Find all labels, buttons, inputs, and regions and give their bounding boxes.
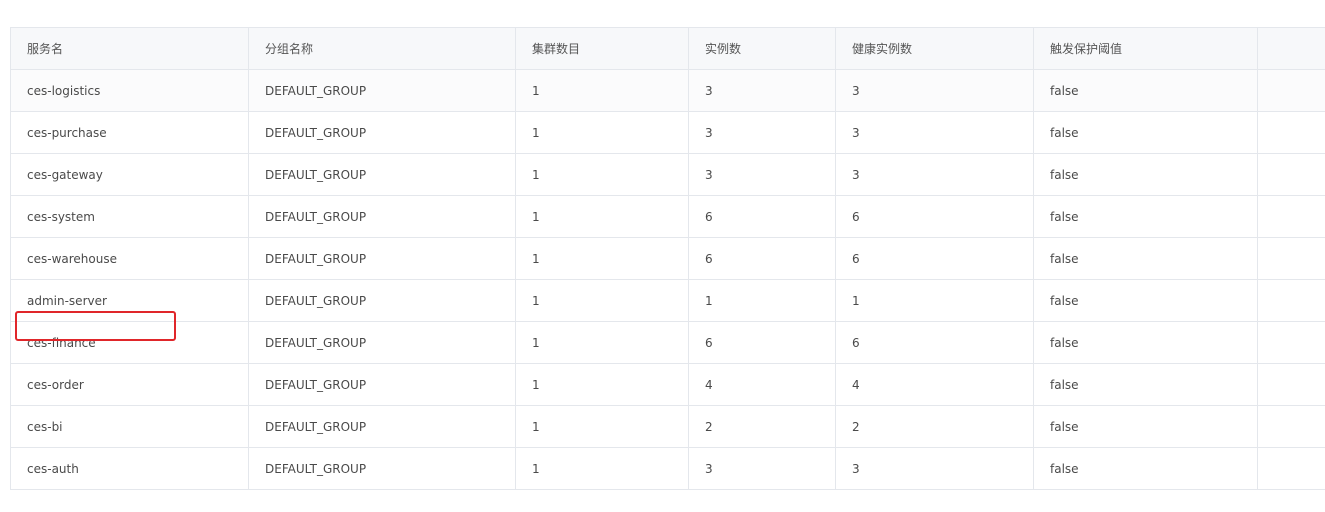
table-row[interactable]: ces-logistics DEFAULT_GROUP 1 3 3 false — [10, 69, 1325, 112]
cell-service-name[interactable]: ces-purchase — [10, 111, 249, 154]
cell-cluster-count: 1 — [515, 447, 689, 490]
cell-protect-threshold: false — [1033, 405, 1258, 448]
header-row: 服务名 分组名称 集群数目 实例数 健康实例数 触发保护阈值 — [10, 27, 1325, 70]
cell-service-name[interactable]: ces-gateway — [10, 153, 249, 196]
cell-instance-count: 6 — [688, 237, 836, 280]
cell-healthy-instance-count: 3 — [835, 153, 1034, 196]
cell-cluster-count: 1 — [515, 405, 689, 448]
cell-protect-threshold: false — [1033, 237, 1258, 280]
header-protect-threshold: 触发保护阈值 — [1033, 27, 1258, 70]
service-list-table-wrapper: 服务名 分组名称 集群数目 实例数 健康实例数 触发保护阈值 ces-logis… — [10, 27, 1325, 490]
cell-group-name: DEFAULT_GROUP — [248, 321, 516, 364]
table-body: ces-logistics DEFAULT_GROUP 1 3 3 false ces-pu… — [10, 69, 1325, 490]
header-group-name: 分组名称 — [248, 27, 516, 70]
cell-healthy-instance-count: 2 — [835, 405, 1034, 448]
table-row[interactable]: ces-purchase DEFAULT_GROUP 1 3 3 false — [10, 111, 1325, 154]
cell-protect-threshold: false — [1033, 363, 1258, 406]
cell-group-name: DEFAULT_GROUP — [248, 195, 516, 238]
cell-protect-threshold: false — [1033, 195, 1258, 238]
table-row[interactable]: ces-auth DEFAULT_GROUP 1 3 3 false — [10, 447, 1325, 490]
cell-actions — [1257, 363, 1325, 406]
table-row[interactable]: ces-bi DEFAULT_GROUP 1 2 2 false — [10, 405, 1325, 448]
cell-actions — [1257, 69, 1325, 112]
cell-actions — [1257, 321, 1325, 364]
cell-service-name[interactable]: admin-server — [10, 279, 249, 322]
cell-instance-count: 6 — [688, 195, 836, 238]
cell-group-name: DEFAULT_GROUP — [248, 69, 516, 112]
cell-service-name[interactable]: ces-finance — [10, 321, 249, 364]
cell-protect-threshold: false — [1033, 321, 1258, 364]
service-list-table: 服务名 分组名称 集群数目 实例数 健康实例数 触发保护阈值 ces-logis… — [10, 27, 1325, 490]
cell-group-name: DEFAULT_GROUP — [248, 111, 516, 154]
header-healthy-instance-count: 健康实例数 — [835, 27, 1034, 70]
cell-group-name: DEFAULT_GROUP — [248, 153, 516, 196]
cell-cluster-count: 1 — [515, 279, 689, 322]
cell-actions — [1257, 405, 1325, 448]
cell-actions — [1257, 111, 1325, 154]
cell-cluster-count: 1 — [515, 69, 689, 112]
header-instance-count: 实例数 — [688, 27, 836, 70]
cell-cluster-count: 1 — [515, 195, 689, 238]
header-cluster-count: 集群数目 — [515, 27, 689, 70]
cell-healthy-instance-count: 3 — [835, 447, 1034, 490]
table-row[interactable]: ces-gateway DEFAULT_GROUP 1 3 3 false — [10, 153, 1325, 196]
cell-service-name[interactable]: ces-system — [10, 195, 249, 238]
cell-healthy-instance-count: 4 — [835, 363, 1034, 406]
table-row[interactable]: admin-server DEFAULT_GROUP 1 1 1 false — [10, 279, 1325, 322]
header-service-name: 服务名 — [10, 27, 249, 70]
cell-cluster-count: 1 — [515, 237, 689, 280]
cell-protect-threshold: false — [1033, 153, 1258, 196]
cell-healthy-instance-count: 3 — [835, 111, 1034, 154]
cell-cluster-count: 1 — [515, 363, 689, 406]
header-actions — [1257, 27, 1325, 70]
cell-protect-threshold: false — [1033, 447, 1258, 490]
table-row[interactable]: ces-finance DEFAULT_GROUP 1 6 6 false — [10, 321, 1325, 364]
cell-instance-count: 6 — [688, 321, 836, 364]
cell-service-name[interactable]: ces-warehouse — [10, 237, 249, 280]
cell-instance-count: 1 — [688, 279, 836, 322]
cell-instance-count: 3 — [688, 111, 836, 154]
cell-healthy-instance-count: 3 — [835, 69, 1034, 112]
cell-actions — [1257, 195, 1325, 238]
cell-healthy-instance-count: 6 — [835, 321, 1034, 364]
cell-service-name[interactable]: ces-logistics — [10, 69, 249, 112]
cell-group-name: DEFAULT_GROUP — [248, 363, 516, 406]
cell-group-name: DEFAULT_GROUP — [248, 405, 516, 448]
cell-protect-threshold: false — [1033, 69, 1258, 112]
cell-cluster-count: 1 — [515, 111, 689, 154]
cell-instance-count: 2 — [688, 405, 836, 448]
cell-protect-threshold: false — [1033, 279, 1258, 322]
cell-instance-count: 3 — [688, 69, 836, 112]
cell-healthy-instance-count: 6 — [835, 195, 1034, 238]
cell-cluster-count: 1 — [515, 321, 689, 364]
cell-instance-count: 4 — [688, 363, 836, 406]
cell-service-name[interactable]: ces-order — [10, 363, 249, 406]
cell-cluster-count: 1 — [515, 153, 689, 196]
table-row[interactable]: ces-warehouse DEFAULT_GROUP 1 6 6 false — [10, 237, 1325, 280]
table-row[interactable]: ces-system DEFAULT_GROUP 1 6 6 false — [10, 195, 1325, 238]
cell-actions — [1257, 447, 1325, 490]
cell-service-name[interactable]: ces-auth — [10, 447, 249, 490]
cell-healthy-instance-count: 1 — [835, 279, 1034, 322]
cell-service-name[interactable]: ces-bi — [10, 405, 249, 448]
cell-group-name: DEFAULT_GROUP — [248, 447, 516, 490]
cell-actions — [1257, 237, 1325, 280]
cell-actions — [1257, 153, 1325, 196]
cell-instance-count: 3 — [688, 447, 836, 490]
table-row[interactable]: ces-order DEFAULT_GROUP 1 4 4 false — [10, 363, 1325, 406]
cell-actions — [1257, 279, 1325, 322]
cell-healthy-instance-count: 6 — [835, 237, 1034, 280]
table-header: 服务名 分组名称 集群数目 实例数 健康实例数 触发保护阈值 — [10, 27, 1325, 70]
cell-group-name: DEFAULT_GROUP — [248, 279, 516, 322]
cell-protect-threshold: false — [1033, 111, 1258, 154]
cell-instance-count: 3 — [688, 153, 836, 196]
cell-group-name: DEFAULT_GROUP — [248, 237, 516, 280]
